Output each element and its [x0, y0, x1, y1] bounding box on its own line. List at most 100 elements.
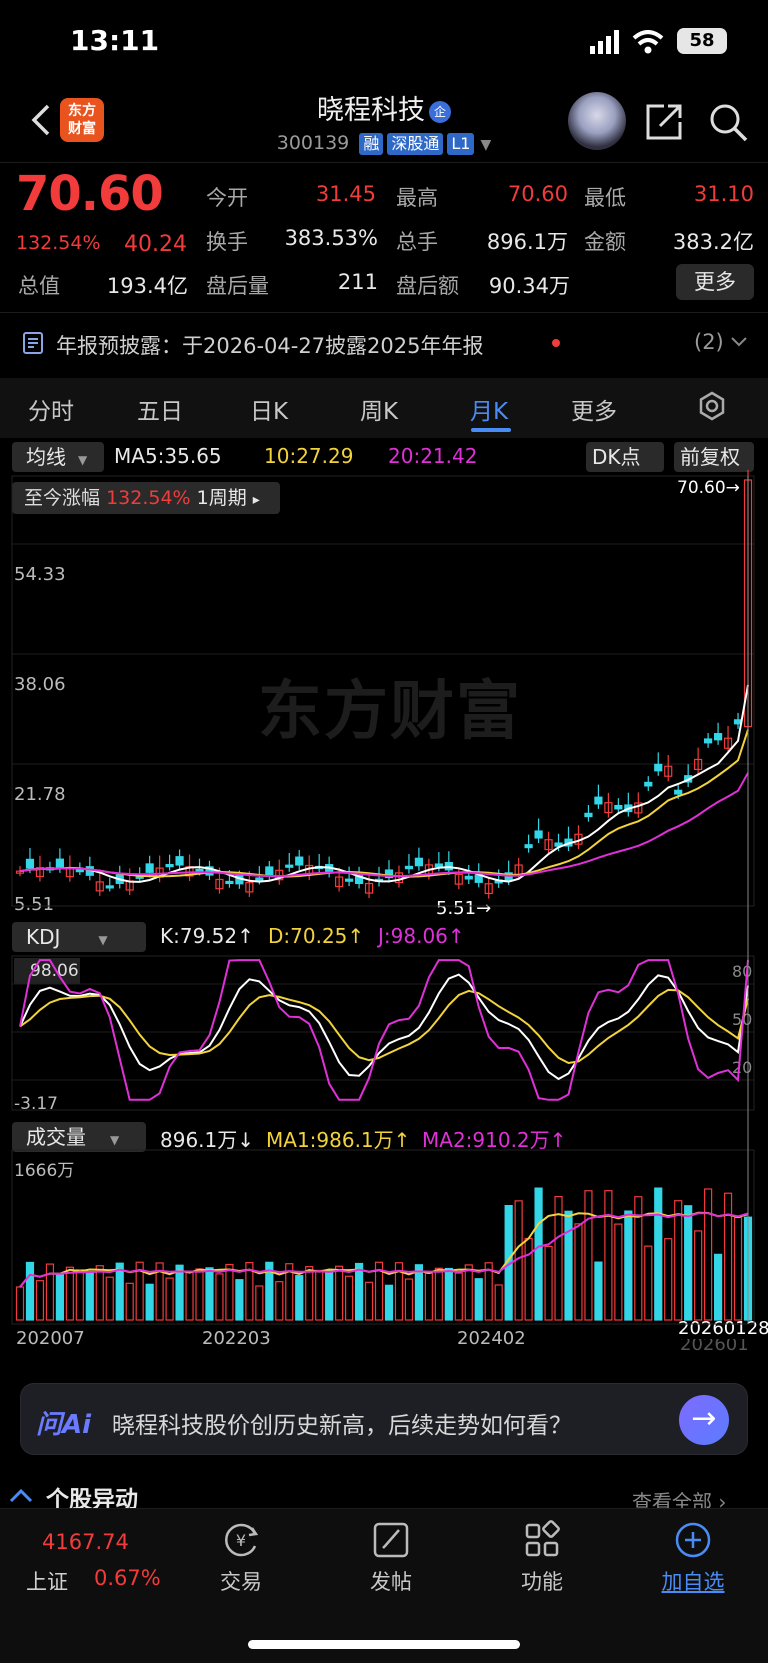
tab-daily-k[interactable]: 日K: [250, 392, 288, 426]
volume-bar: [25, 1261, 35, 1321]
last-price: 70.60: [16, 166, 164, 222]
amount-value: 383.2亿: [672, 230, 754, 254]
candle-body: [265, 866, 274, 876]
volume-bar: [225, 1263, 234, 1321]
volume-bar: [424, 1272, 433, 1321]
high-label: 最高: [396, 186, 438, 210]
candle-body: [225, 880, 234, 885]
amount-label: 金额: [584, 230, 626, 254]
volume-bar: [494, 1284, 503, 1321]
index-percent[interactable]: 0.67%: [94, 1566, 161, 1590]
index-name[interactable]: 上证: [26, 1566, 68, 1596]
volume-bar: [315, 1269, 324, 1321]
volume-bar: [305, 1266, 314, 1321]
document-icon: [23, 332, 43, 354]
tab-weekly-k[interactable]: 周K: [360, 392, 398, 426]
volume-bar: [614, 1223, 623, 1321]
candle-body: [534, 830, 543, 839]
volume-bar: [654, 1187, 663, 1321]
arrow-right-icon[interactable]: →: [679, 1395, 729, 1445]
volume-bar: [145, 1283, 154, 1321]
volume-bar: [195, 1268, 204, 1321]
chevron-up-icon[interactable]: [8, 1486, 34, 1504]
volume-bar: [704, 1188, 713, 1321]
volume-bar: [175, 1264, 184, 1321]
index-value[interactable]: 4167.74: [42, 1530, 129, 1554]
kline-chart[interactable]: [0, 440, 768, 1340]
share-icon[interactable]: [642, 100, 686, 144]
volume-bar: [125, 1282, 134, 1321]
kdj-d-line: [19, 988, 749, 1065]
assistant-robot-icon[interactable]: [568, 92, 626, 150]
volume-bar: [694, 1230, 703, 1321]
candle-body: [414, 857, 424, 867]
trade-icon: ¥: [225, 1523, 259, 1557]
edit-icon: [373, 1522, 409, 1558]
gear-icon[interactable]: [696, 390, 728, 422]
candle-body: [255, 877, 264, 881]
candle-body: [464, 875, 473, 880]
after-hours-amount-value: 90.34万: [488, 274, 570, 298]
stock-name: 晓程科技: [317, 95, 425, 126]
volume-bar: [684, 1205, 693, 1321]
volume-ma1-line: [19, 1211, 749, 1288]
chevron-down-icon: ▼: [480, 137, 492, 153]
volume-bar: [624, 1210, 633, 1321]
volume-bar: [604, 1190, 613, 1321]
home-indicator: [248, 1640, 520, 1649]
volume-bar: [205, 1267, 214, 1321]
candle-body: [165, 864, 174, 868]
after-hours-volume-label: 盘后量: [206, 274, 269, 298]
volume-bar: [723, 1192, 733, 1321]
nav-trade[interactable]: ¥ 交易: [196, 1518, 286, 1596]
volume-bar: [474, 1278, 483, 1321]
tab-more[interactable]: 更多: [571, 392, 617, 426]
tab-monthly-k[interactable]: 月K: [470, 392, 508, 426]
volume-bar: [344, 1275, 354, 1321]
ma20-line: [19, 772, 749, 878]
candle-body: [644, 781, 653, 787]
kdj-j-line: [19, 959, 749, 1101]
ai-logo: 问Ai: [36, 1410, 92, 1440]
open-label: 今开: [206, 186, 248, 210]
nav-add-watchlist[interactable]: 加自选: [648, 1518, 738, 1596]
nav-post[interactable]: 发帖: [346, 1518, 436, 1596]
volume-bar: [733, 1216, 743, 1321]
candle-body: [295, 856, 304, 866]
nav-features[interactable]: 功能: [497, 1518, 587, 1596]
volume-bar: [454, 1272, 463, 1321]
volume-bar: [15, 1286, 25, 1321]
ai-prompt[interactable]: 晓程科技股价创历史新高，后续走势如何看？: [112, 1406, 572, 1440]
tab-five-day[interactable]: 五日: [137, 392, 183, 426]
volume-bar: [544, 1245, 553, 1321]
volume-bar: [444, 1267, 453, 1321]
volume-bar: [325, 1270, 334, 1321]
volume-bar: [404, 1278, 414, 1321]
volume-bar: [35, 1280, 45, 1321]
volume-bar: [55, 1274, 64, 1321]
candle-body: [105, 885, 114, 889]
volume-bar: [185, 1271, 194, 1321]
candle-body: [75, 869, 84, 873]
status-bar: 13:11 58: [0, 0, 768, 84]
turnover-value: 383.53%: [284, 226, 378, 250]
search-icon[interactable]: [706, 100, 750, 144]
candle-body: [614, 804, 623, 810]
chevron-down-icon[interactable]: [730, 336, 748, 348]
volume-bar: [45, 1263, 55, 1321]
more-quote-button[interactable]: 更多: [676, 264, 754, 300]
candle-body: [584, 812, 593, 818]
volume-bar: [384, 1284, 394, 1321]
volume-bar: [165, 1277, 174, 1321]
volume-bar: [115, 1262, 124, 1321]
candle-body: [434, 863, 443, 868]
volume-label: 总手: [396, 230, 438, 254]
battery-indicator: 58: [677, 28, 727, 54]
candle-body: [195, 868, 204, 873]
status-time: 13:11: [70, 24, 160, 57]
ma5-line: [19, 684, 749, 883]
tab-intraday[interactable]: 分时: [28, 392, 74, 426]
tag-margin: 融: [359, 133, 384, 155]
volume-bar: [354, 1262, 364, 1321]
tag-connect: 深股通: [387, 133, 444, 155]
